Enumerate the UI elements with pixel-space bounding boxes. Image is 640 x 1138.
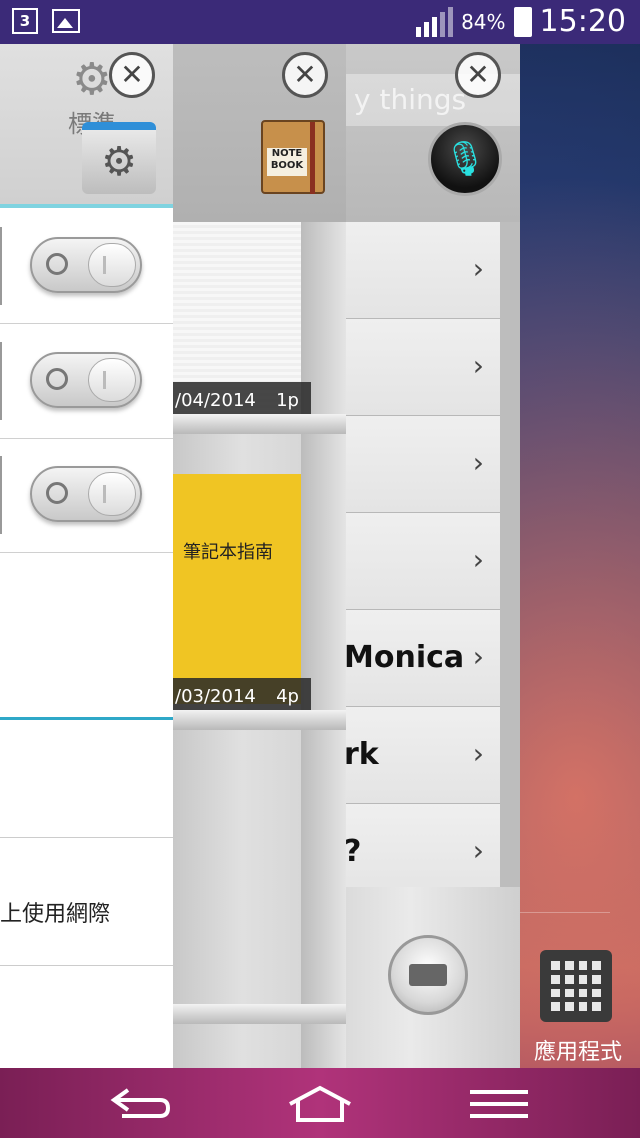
- close-icon: ✕: [466, 58, 490, 91]
- shelf-board: [173, 710, 346, 730]
- gear-icon: ⚙: [101, 139, 137, 185]
- chevron-right-icon: ›: [472, 252, 484, 285]
- sim-label: 3: [19, 12, 31, 30]
- gear-icon: ⚙: [72, 54, 112, 105]
- toggle-switch[interactable]: [30, 352, 142, 408]
- close-icon: ✕: [120, 58, 144, 91]
- list-item-text: ?: [344, 834, 362, 869]
- row-divider: [0, 837, 173, 838]
- notebook-app-icon[interactable]: NOTE BOOK: [261, 120, 325, 194]
- list-item-text: Monica: [344, 640, 465, 675]
- close-settings-card-button[interactable]: ✕: [109, 52, 155, 98]
- apps-label[interactable]: 應用程式: [534, 1034, 622, 1066]
- settings-toggle-row[interactable]: [0, 209, 173, 324]
- gallery-icon: [52, 9, 80, 33]
- note-date: /04/2014: [175, 390, 256, 411]
- header-divider: [0, 204, 173, 208]
- microphone-icon: 🎙: [443, 139, 487, 179]
- battery-icon: [513, 6, 532, 37]
- menu-icon[interactable]: [470, 1090, 528, 1118]
- apps-grid-icon[interactable]: [540, 950, 612, 1022]
- keyboard-button[interactable]: [388, 935, 468, 1015]
- settings-toggle-row[interactable]: [0, 438, 173, 553]
- toggle-switch[interactable]: [30, 237, 142, 293]
- shelf-board: [173, 1004, 346, 1024]
- settings-app-icon[interactable]: ⚙: [82, 122, 156, 194]
- close-notebook-card-button[interactable]: ✕: [282, 52, 328, 98]
- note-date: /03/2014: [175, 686, 256, 707]
- settings-row-label[interactable]: 上使用網際: [0, 896, 110, 928]
- notebook-icon-label: NOTE BOOK: [267, 148, 307, 176]
- row-divider: [0, 965, 173, 966]
- chevron-right-icon: ›: [472, 446, 484, 479]
- close-icon: ✕: [293, 58, 317, 91]
- keyboard-icon: [409, 964, 447, 986]
- clock: 15:20: [539, 4, 626, 39]
- microphone-button[interactable]: 🎙: [428, 122, 502, 196]
- status-bar: 3 84% 15:20: [0, 0, 640, 44]
- sim-icon: 3: [12, 8, 38, 34]
- notebook-panel[interactable]: NOTE BOOK /04/2014 1p 筆記本指南 /03/2014 4p: [173, 44, 346, 1068]
- signal-icon: [416, 6, 454, 37]
- chevron-right-icon: ›: [472, 737, 484, 770]
- toggle-switch[interactable]: [30, 466, 142, 522]
- home-icon[interactable]: [286, 1084, 354, 1124]
- settings-panel[interactable]: ⚙ 標準 ⚙ 上使用網際: [0, 44, 173, 1068]
- dock-divider: [520, 912, 610, 913]
- back-icon[interactable]: [108, 1082, 174, 1122]
- list-item-text: rk: [344, 737, 379, 772]
- battery-percent: 84%: [461, 9, 506, 34]
- note-cover[interactable]: 筆記本指南: [173, 474, 301, 704]
- note-title: 筆記本指南: [183, 542, 273, 563]
- navigation-bar: [0, 1068, 640, 1138]
- shelf-side: [301, 222, 346, 1068]
- chevron-right-icon: ›: [472, 640, 484, 673]
- chevron-right-icon: ›: [472, 349, 484, 382]
- chevron-right-icon: ›: [472, 834, 484, 867]
- chevron-right-icon: ›: [472, 543, 484, 576]
- shelf-board: [173, 414, 346, 434]
- settings-toggle-row[interactable]: [0, 324, 173, 439]
- section-divider: [0, 717, 173, 720]
- voice-list-scrollbar[interactable]: [500, 222, 520, 887]
- close-voice-card-button[interactable]: ✕: [455, 52, 501, 98]
